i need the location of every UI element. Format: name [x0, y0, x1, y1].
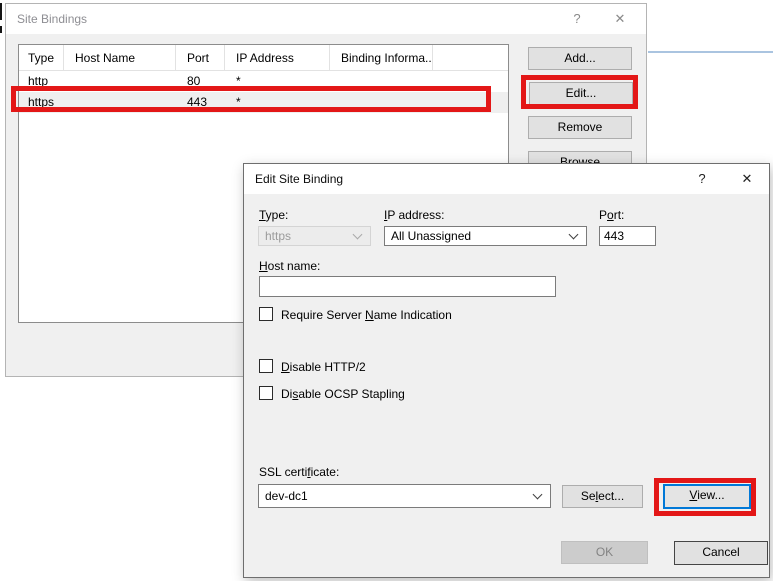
column-header-binding-information[interactable]: Binding Informa... — [330, 45, 433, 71]
disable-http2-checkbox[interactable] — [259, 359, 273, 373]
ip-address-label: IP address: — [384, 208, 445, 222]
dialog-title: Edit Site Binding — [255, 172, 343, 186]
column-header-host-name[interactable]: Host Name — [64, 45, 176, 71]
cancel-button[interactable]: Cancel — [674, 541, 768, 565]
port-label: Port: — [599, 208, 624, 222]
ssl-certificate-label: SSL certificate: — [259, 465, 339, 479]
annotation-highlight-view-button — [654, 478, 756, 516]
type-label: Type: — [259, 208, 288, 222]
annotation-highlight-https-row — [11, 86, 491, 112]
ok-button: OK — [561, 541, 648, 564]
require-sni-checkbox[interactable] — [259, 307, 273, 321]
host-name-input[interactable] — [259, 276, 556, 297]
ip-address-select-value: All Unassigned — [391, 229, 471, 243]
close-icon[interactable]: ✕ — [607, 11, 633, 27]
select-button[interactable]: Select... — [562, 485, 643, 508]
chevron-down-icon — [353, 230, 363, 240]
column-header-filler — [433, 45, 508, 71]
chevron-down-icon — [569, 230, 579, 240]
disable-ocsp-checkbox[interactable] — [259, 386, 273, 400]
type-select-value: https — [265, 229, 291, 243]
screen: Site Bindings ? ✕ Type Host Name Port IP… — [0, 0, 773, 581]
chevron-down-icon — [533, 490, 543, 500]
type-select: https — [258, 226, 371, 246]
host-name-label: Host name: — [259, 259, 320, 273]
port-input[interactable] — [599, 226, 656, 246]
remove-button[interactable]: Remove — [528, 116, 632, 139]
background-window-border-line — [648, 51, 773, 53]
add-button[interactable]: Add... — [528, 47, 632, 70]
close-icon[interactable]: ✕ — [734, 171, 760, 187]
disable-http2-label[interactable]: Disable HTTP/2 — [281, 360, 366, 374]
disable-ocsp-label[interactable]: Disable OCSP Stapling — [281, 387, 405, 401]
background-window-edge-fragment — [0, 3, 2, 20]
annotation-highlight-edit-button — [521, 75, 638, 109]
help-icon[interactable]: ? — [564, 11, 590, 26]
dialog-title: Site Bindings — [17, 12, 87, 26]
site-bindings-titlebar[interactable]: Site Bindings ? ✕ — [6, 4, 646, 34]
column-header-port[interactable]: Port — [176, 45, 225, 71]
help-icon[interactable]: ? — [689, 171, 715, 186]
ip-address-select[interactable]: All Unassigned — [384, 226, 587, 246]
require-sni-label[interactable]: Require Server Name Indication — [281, 308, 452, 322]
ssl-certificate-select[interactable]: dev-dc1 — [258, 484, 551, 508]
ssl-certificate-select-value: dev-dc1 — [265, 489, 308, 503]
column-header-type[interactable]: Type — [19, 45, 64, 71]
bindings-list-header: Type Host Name Port IP Address Binding I… — [19, 45, 508, 71]
background-window-edge-fragment — [0, 26, 2, 33]
column-header-ip-address[interactable]: IP Address — [225, 45, 330, 71]
edit-site-binding-titlebar[interactable]: Edit Site Binding ? ✕ — [244, 164, 769, 194]
